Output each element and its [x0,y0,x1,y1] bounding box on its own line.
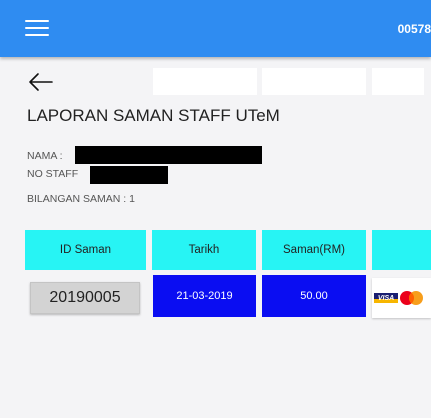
bilangan-saman-label: BILANGAN SAMAN : 1 [27,193,135,205]
top-bar-box-2 [262,68,366,95]
app-bar: 00578 [0,0,431,57]
top-bar-box-1 [153,68,257,95]
header-payment [372,230,431,270]
header-saman-rm: Saman(RM) [262,230,366,270]
top-bar-box-3 [372,68,424,95]
hamburger-menu-icon[interactable] [25,20,49,36]
nostaff-label: NO STAFF [27,168,79,180]
tarikh-cell: 21-03-2019 [153,275,256,317]
redacted-name [75,146,262,164]
payment-button[interactable]: VISA [372,278,431,318]
header-id-saman: ID Saman [25,230,146,270]
arrow-left-icon[interactable] [27,72,53,92]
visa-mastercard-icon: VISA [374,291,423,305]
nama-label: NAMA : [27,150,63,162]
svg-text:VISA: VISA [378,295,394,302]
saman-amount-cell: 50.00 [262,275,366,317]
appbar-code: 00578 [397,22,431,36]
header-tarikh: Tarikh [152,230,256,270]
page-title: LAPORAN SAMAN STAFF UTeM [27,106,280,125]
saman-id-button[interactable]: 20190005 [30,282,140,314]
redacted-staff-number [90,166,168,184]
